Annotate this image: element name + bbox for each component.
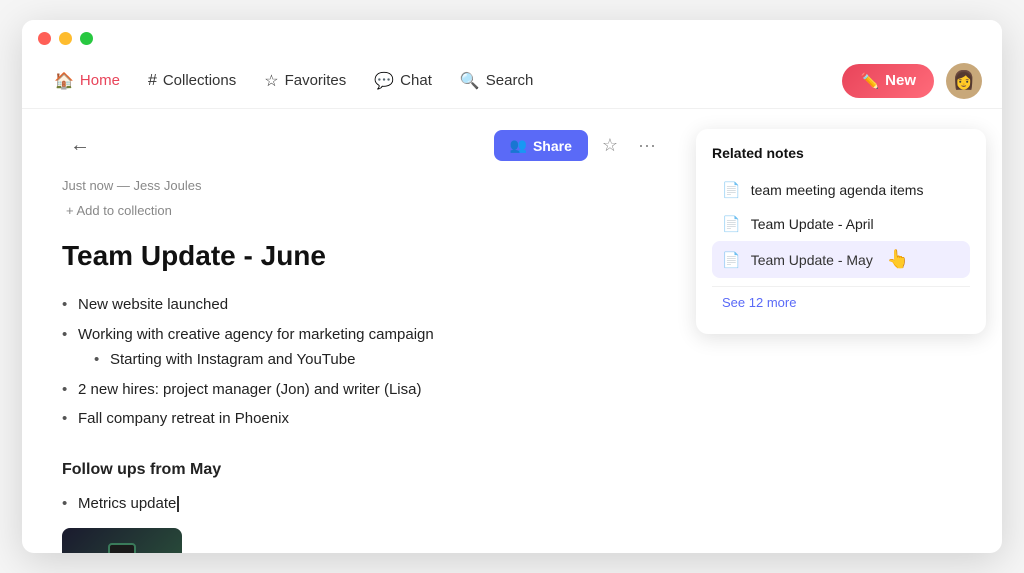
back-button[interactable]: ← [62, 130, 98, 161]
avatar[interactable]: 👩 [946, 63, 982, 99]
related-item-2[interactable]: 📄 Team Update - April [712, 207, 970, 241]
related-panel: Related notes 📄 team meeting agenda item… [702, 109, 1002, 553]
home-icon: 🏠 [54, 71, 74, 91]
related-item-1[interactable]: 📄 team meeting agenda items [712, 173, 970, 207]
minimize-button[interactable] [59, 32, 72, 45]
related-card: Related notes 📄 team meeting agenda item… [696, 129, 986, 334]
chat-icon: 💬 [374, 71, 394, 91]
add-collection-label: + Add to collection [66, 203, 172, 218]
nav-collections[interactable]: # Collections [136, 66, 248, 96]
titlebar [22, 20, 1002, 53]
related-item-label: Team Update - May [751, 252, 873, 268]
section-heading: Follow ups from May [62, 456, 662, 483]
nav-favorites[interactable]: ☆ Favorites [252, 65, 358, 97]
doc-icon: 📄 [722, 215, 741, 233]
related-item-label: team meeting agenda items [751, 182, 924, 198]
share-button[interactable]: 👥 Share [494, 130, 588, 161]
see-more-link[interactable]: See 12 more [712, 286, 970, 318]
new-label: New [885, 72, 916, 89]
more-button[interactable]: ··· [632, 129, 662, 162]
list-item: Metrics update [62, 491, 662, 517]
nav-home-label: Home [80, 72, 120, 89]
doc-body: New website launched Working with creati… [62, 292, 662, 553]
add-collection-button[interactable]: + Add to collection [62, 201, 176, 220]
nav-collections-label: Collections [163, 72, 236, 89]
cursor-icon: 👆 [887, 249, 909, 270]
nav-chat-label: Chat [400, 72, 432, 89]
doc-meta: Just now — Jess Joules [62, 178, 662, 193]
list-item: Fall company retreat in Phoenix [62, 406, 662, 432]
share-label: Share [533, 138, 572, 154]
search-icon: 🔍 [460, 71, 480, 91]
doc-title: Team Update - June [62, 240, 662, 272]
related-item-3[interactable]: 📄 Team Update - May 👆 [712, 241, 970, 278]
favorite-icon: ☆ [602, 135, 618, 155]
nav-favorites-label: Favorites [285, 72, 347, 89]
favorites-icon: ☆ [264, 71, 278, 91]
share-icon: 👥 [510, 137, 527, 154]
followup-bullets: Metrics update [62, 491, 662, 517]
favorite-button[interactable]: ☆ [596, 129, 624, 162]
list-item: New website launched [62, 292, 662, 318]
doc-icon: 📄 [722, 251, 741, 269]
nav-search[interactable]: 🔍 Search [448, 65, 545, 97]
back-icon: ← [70, 134, 90, 156]
main-bullets: New website launched Working with creati… [62, 292, 662, 432]
nav-chat[interactable]: 💬 Chat [362, 65, 444, 97]
list-item: 2 new hires: project manager (Jon) and w… [62, 377, 662, 403]
image-placeholder [62, 528, 182, 553]
nav-home[interactable]: 🏠 Home [42, 65, 132, 97]
new-button[interactable]: ✏️ New [842, 64, 934, 98]
doc-panel: ← 👥 Share ☆ ··· Just now — Jess Joules +… [22, 109, 702, 553]
new-icon: ✏️ [860, 72, 879, 90]
navbar: 🏠 Home # Collections ☆ Favorites 💬 Chat … [22, 53, 1002, 109]
doc-toolbar: ← 👥 Share ☆ ··· [62, 129, 662, 162]
nav-search-label: Search [486, 72, 534, 89]
list-item: Working with creative agency for marketi… [62, 322, 662, 373]
list-item: Starting with Instagram and YouTube [78, 347, 662, 373]
maximize-button[interactable] [80, 32, 93, 45]
related-notes-title: Related notes [712, 145, 970, 161]
collections-icon: # [148, 72, 157, 90]
main-area: ← 👥 Share ☆ ··· Just now — Jess Joules +… [22, 109, 1002, 553]
more-icon: ··· [638, 135, 656, 155]
close-button[interactable] [38, 32, 51, 45]
doc-icon: 📄 [722, 181, 741, 199]
related-item-label: Team Update - April [751, 216, 874, 232]
